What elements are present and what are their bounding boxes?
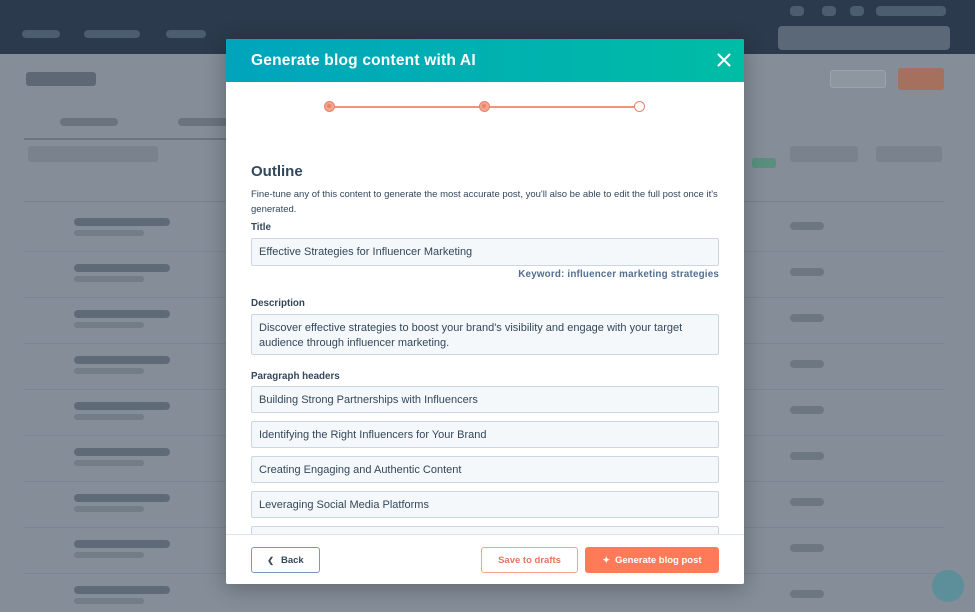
primary-action — [898, 68, 944, 90]
page-title-placeholder — [26, 72, 96, 86]
page-tabs — [24, 104, 234, 140]
step-connector — [485, 106, 640, 108]
account-menu — [876, 6, 946, 16]
modal-title: Generate blog content with AI — [251, 52, 476, 69]
description-textarea[interactable]: Discover effective strategies to boost y… — [251, 314, 719, 355]
paragraph-headers-label: Paragraph headers — [251, 371, 340, 382]
intro-text: Fine-tune any of this content to generat… — [251, 189, 718, 215]
nav-item — [22, 30, 60, 38]
step-3-current — [634, 101, 645, 112]
nav-item — [84, 30, 140, 38]
save-to-drafts-label: Save to drafts — [498, 554, 561, 566]
filter — [876, 146, 942, 162]
status-chip — [752, 158, 776, 168]
generate-blog-modal: Generate blog content with AI Outline Fi… — [226, 39, 744, 584]
filter — [790, 146, 858, 162]
global-search — [778, 26, 950, 50]
section-title: Outline — [251, 163, 303, 180]
paragraph-header-input[interactable]: Leveraging Social Media Platforms — [251, 491, 719, 518]
nav-icon — [790, 6, 804, 16]
title-label: Title — [251, 222, 271, 233]
help-button — [932, 570, 964, 602]
close-icon — [717, 53, 731, 67]
tab — [178, 118, 228, 126]
generate-blog-post-button[interactable]: ✦ Generate blog post — [585, 547, 719, 573]
step-2-complete — [479, 101, 490, 112]
paragraph-header-input[interactable]: Identifying the Right Influencers for Yo… — [251, 421, 719, 448]
secondary-action — [830, 70, 886, 88]
nav-icon — [850, 6, 864, 16]
nav-item — [166, 30, 206, 38]
chevron-left-icon: ❮ — [267, 555, 274, 565]
paragraph-header-input[interactable]: Creating Engaging and Authentic Content — [251, 456, 719, 483]
generate-label: Generate blog post — [614, 554, 702, 566]
title-input[interactable]: Effective Strategies for Influencer Mark… — [251, 238, 719, 266]
modal-header: Generate blog content with AI — [226, 39, 744, 82]
back-label: Back — [280, 554, 304, 566]
progress-stepper — [324, 101, 646, 113]
modal-body: Outline Fine-tune any of this content to… — [226, 82, 744, 534]
back-button[interactable]: ❮ Back — [251, 547, 320, 573]
description-label: Description — [251, 298, 305, 309]
paragraph-header-input[interactable]: Measuring and Analyzing Campaign Perform… — [251, 526, 719, 534]
modal-footer: ❮ Back Save to drafts ✦ Generate blog po… — [226, 534, 744, 584]
paragraph-header-input[interactable]: Building Strong Partnerships with Influe… — [251, 386, 719, 413]
step-1-complete — [324, 101, 335, 112]
close-button[interactable] — [716, 52, 732, 68]
save-to-drafts-button[interactable]: Save to drafts — [481, 547, 578, 573]
step-connector — [330, 106, 485, 108]
tab — [60, 118, 118, 126]
nav-icon — [822, 6, 836, 16]
filter — [28, 146, 158, 162]
sparkle-icon: ✦ — [602, 554, 610, 565]
keyword-text: Keyword: influencer marketing strategies — [518, 269, 719, 280]
